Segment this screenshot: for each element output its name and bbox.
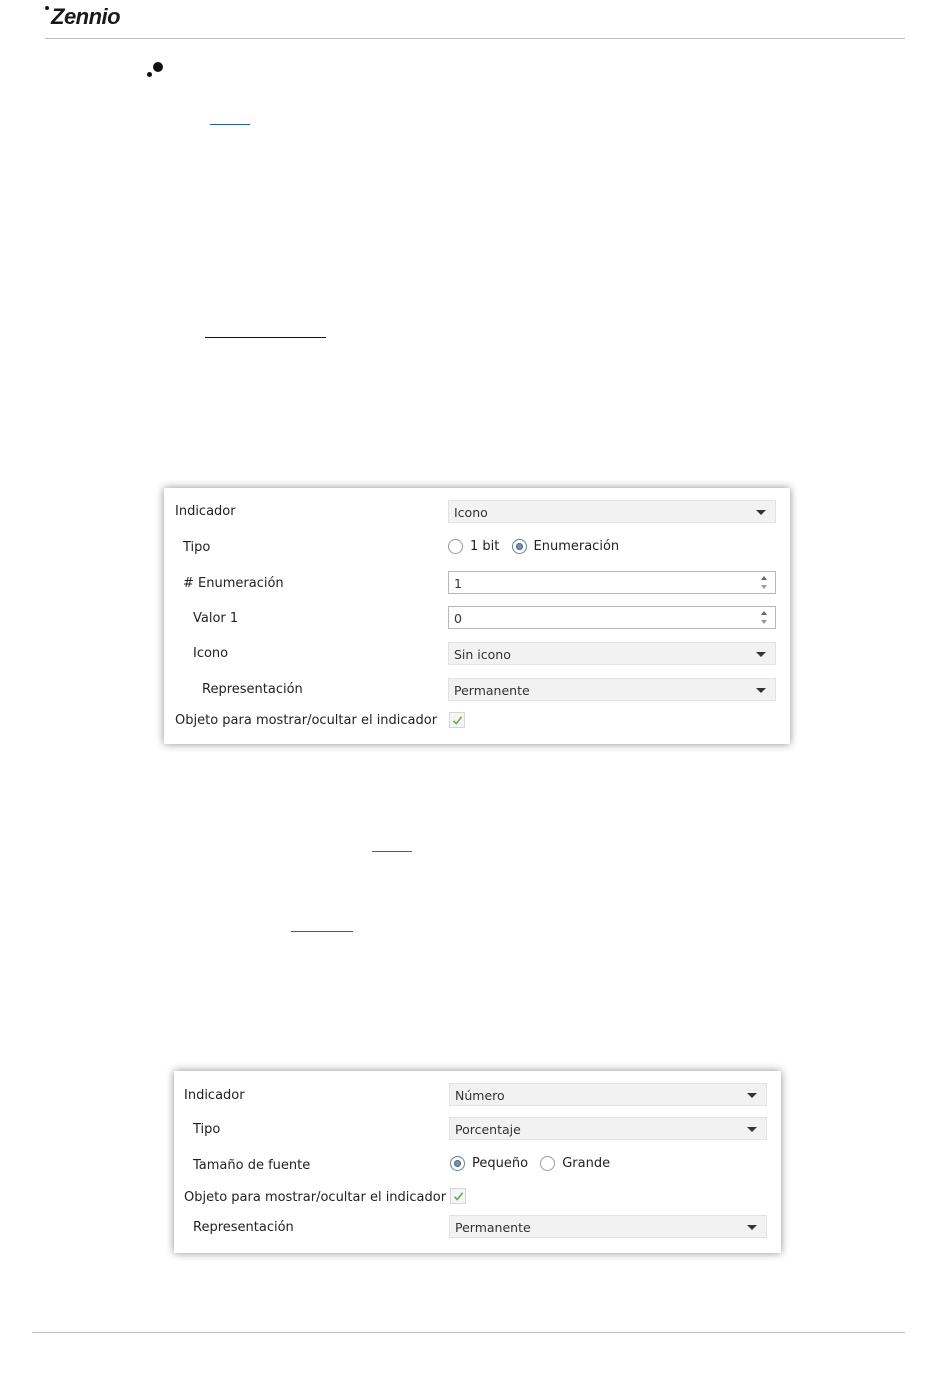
chevron-down-icon xyxy=(756,688,766,693)
indicador-value: Número xyxy=(455,1088,505,1103)
valor1-spinbox[interactable]: 0 xyxy=(448,606,776,629)
mostrar-ocultar-label: Objeto para mostrar/ocultar el indicador xyxy=(175,713,438,728)
radio-label: Grande xyxy=(562,1156,611,1171)
spin-down-icon[interactable] xyxy=(761,620,767,624)
tipo-select[interactable]: Porcentaje xyxy=(449,1117,767,1140)
enumeracion-value: 1 xyxy=(454,576,462,591)
logo-dot-icon xyxy=(45,6,49,10)
valor1-label: Valor 1 xyxy=(193,611,239,626)
icono-value: Sin icono xyxy=(454,647,511,662)
radio-selected-icon[interactable] xyxy=(511,539,527,554)
radio-option-grande[interactable]: Grande xyxy=(540,1152,610,1175)
chevron-down-icon xyxy=(747,1225,757,1230)
header-rule xyxy=(45,38,905,39)
icono-select[interactable]: Sin icono xyxy=(448,642,776,665)
radio-label: 1 bit xyxy=(470,539,500,554)
chevron-down-icon xyxy=(747,1127,757,1132)
text-underline xyxy=(205,337,326,338)
tipo-label: Tipo xyxy=(183,540,211,555)
checkmark-icon xyxy=(453,1192,464,1201)
enumeracion-label: # Enumeración xyxy=(183,576,284,591)
tipo-radio-group: 1 bit Enumeración xyxy=(448,535,627,558)
representacion-value: Permanente xyxy=(454,683,530,698)
spin-up-icon[interactable] xyxy=(761,611,767,615)
mostrar-ocultar-label: Objeto para mostrar/ocultar el indicador xyxy=(184,1190,447,1205)
indicador-value: Icono xyxy=(454,505,488,520)
zennio-logo: Zennio xyxy=(45,4,121,30)
representacion-label: Representación xyxy=(202,682,303,697)
tamano-fuente-radio-group: Pequeño Grande xyxy=(450,1152,618,1175)
tipo-label: Tipo xyxy=(193,1122,221,1137)
radio-unselected-icon[interactable] xyxy=(448,539,463,554)
bullet-dots-icon xyxy=(147,60,167,80)
checkmark-icon xyxy=(452,716,463,725)
representacion-value: Permanente xyxy=(455,1220,531,1235)
link-underline[interactable] xyxy=(291,931,353,932)
representacion-label: Representación xyxy=(193,1220,294,1235)
indicator-icon-settings-panel: Indicador Icono Tipo 1 bit Enumeración #… xyxy=(164,488,790,744)
mostrar-ocultar-checkbox[interactable] xyxy=(450,1188,466,1204)
indicador-select[interactable]: Icono xyxy=(448,500,776,523)
radio-label: Pequeño xyxy=(472,1156,529,1171)
chevron-down-icon xyxy=(747,1093,757,1098)
logo-text: Zennio xyxy=(51,4,121,29)
indicador-select[interactable]: Número xyxy=(449,1083,767,1106)
chevron-down-icon xyxy=(756,510,766,515)
radio-selected-icon[interactable] xyxy=(450,1156,465,1171)
link-underline[interactable] xyxy=(210,124,250,125)
tamano-fuente-label: Tamaño de fuente xyxy=(193,1158,311,1173)
link-underline[interactable] xyxy=(372,851,412,852)
radio-unselected-icon[interactable] xyxy=(540,1156,556,1171)
spin-up-icon[interactable] xyxy=(761,576,767,580)
radio-option-1bit[interactable]: 1 bit xyxy=(448,535,499,558)
indicator-number-settings-panel: Indicador Número Tipo Porcentaje Tamaño … xyxy=(174,1071,781,1253)
indicador-label: Indicador xyxy=(175,504,236,519)
indicador-label: Indicador xyxy=(184,1088,245,1103)
radio-label: Enumeración xyxy=(533,539,620,554)
chevron-down-icon xyxy=(756,652,766,657)
footer-rule xyxy=(32,1332,905,1333)
tipo-value: Porcentaje xyxy=(455,1122,521,1137)
icono-label: Icono xyxy=(193,646,229,661)
radio-option-enumeracion[interactable]: Enumeración xyxy=(511,535,620,558)
radio-option-pequeno[interactable]: Pequeño xyxy=(450,1152,528,1175)
mostrar-ocultar-checkbox[interactable] xyxy=(449,712,465,728)
representacion-select[interactable]: Permanente xyxy=(449,1215,767,1238)
enumeracion-spinbox[interactable]: 1 xyxy=(448,571,776,594)
representacion-select[interactable]: Permanente xyxy=(448,678,776,701)
valor1-value: 0 xyxy=(454,611,462,626)
spin-down-icon[interactable] xyxy=(761,585,767,589)
